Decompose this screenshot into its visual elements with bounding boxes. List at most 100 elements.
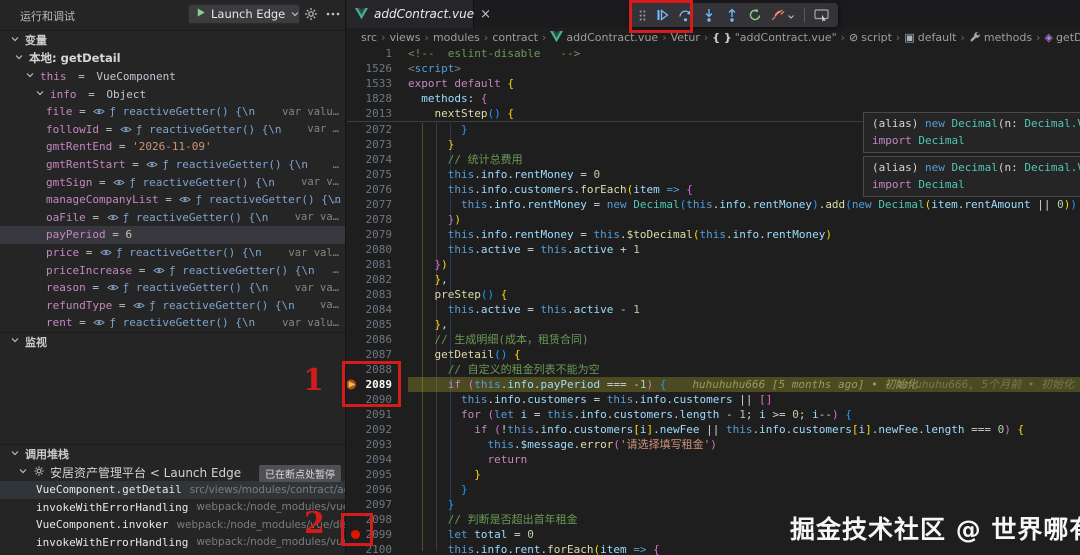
code-text[interactable]: this.active = this.active + 1 bbox=[408, 242, 1080, 257]
code-line[interactable]: 2092 if (!this.info.customers[i].newFee … bbox=[347, 422, 1080, 437]
callstack-frame[interactable]: VueComponent.getDetail src/views/modules/… bbox=[0, 481, 345, 499]
gutter[interactable]: 2075 bbox=[347, 167, 408, 182]
launch-config-picker[interactable]: Launch Edge bbox=[188, 4, 300, 24]
code-text[interactable]: }, bbox=[408, 317, 1080, 332]
eye-icon[interactable] bbox=[93, 107, 106, 116]
close-icon[interactable]: × bbox=[480, 8, 491, 21]
gutter[interactable]: 1828 bbox=[347, 91, 408, 106]
step-out-button[interactable] bbox=[725, 8, 739, 22]
code-text[interactable]: this.info.rentMoney = new Decimal(this.i… bbox=[408, 197, 1080, 212]
code-text[interactable]: return bbox=[408, 452, 1080, 467]
eye-icon[interactable] bbox=[133, 301, 145, 310]
gutter[interactable]: 2080 bbox=[347, 242, 408, 257]
code-line[interactable]: 2080 this.active = this.active + 1 bbox=[347, 242, 1080, 257]
callstack-frame[interactable]: invokeWithErrorHandling webpack:/node_mod… bbox=[0, 534, 345, 552]
gutter[interactable]: 2082 bbox=[347, 272, 408, 287]
variable-row[interactable]: rent = ƒ reactiveGetter() {\n var valu… bbox=[0, 314, 345, 332]
eye-icon[interactable] bbox=[93, 318, 106, 327]
variable-row[interactable]: gmtRentEnd = '2026-11-09' bbox=[0, 138, 345, 156]
code-line[interactable]: 1828 methods: { bbox=[347, 91, 1080, 106]
gutter[interactable]: 2087 bbox=[347, 347, 408, 362]
gutter[interactable]: 2013 bbox=[347, 106, 408, 121]
code-text[interactable]: this.info.customers = this.info.customer… bbox=[408, 392, 1080, 407]
breadcrumb-item[interactable]: contract bbox=[492, 31, 538, 44]
variable-row[interactable]: priceIncrease = ƒ reactiveGetter() {\n… bbox=[0, 261, 345, 279]
debug-session-row[interactable]: 安居资产管理平台 < Launch Edge 已在断点处暂停 bbox=[0, 463, 345, 482]
variable-row[interactable]: manageCompanyList = ƒ reactiveGetter() {… bbox=[0, 191, 345, 209]
gutter[interactable]: 2093 bbox=[347, 437, 408, 452]
eye-icon[interactable] bbox=[100, 248, 112, 257]
variable-row[interactable]: gmtRentStart = ƒ reactiveGetter() {\n… bbox=[0, 156, 345, 174]
eye-icon[interactable] bbox=[106, 283, 119, 292]
callstack-section-header[interactable]: 调用堆栈 bbox=[0, 444, 345, 463]
gutter[interactable]: 2094 bbox=[347, 452, 408, 467]
breadcrumb-item[interactable]: ◈getDetail bbox=[1044, 31, 1080, 44]
disconnect-button[interactable] bbox=[771, 6, 795, 25]
variable-row[interactable]: reason = ƒ reactiveGetter() {\n var va… bbox=[0, 279, 345, 297]
variable-row[interactable]: oaFile = ƒ reactiveGetter() {\n var va… bbox=[0, 209, 345, 227]
code-text[interactable]: <script> bbox=[408, 61, 1080, 76]
code-text[interactable]: this.info.rentMoney = this.$toDecimal(th… bbox=[408, 227, 1080, 242]
code-text[interactable]: this.$message.error('请选择填写租金') bbox=[408, 437, 1080, 452]
code-line[interactable]: 2095 } bbox=[347, 467, 1080, 482]
gutter[interactable]: 2076 bbox=[347, 182, 408, 197]
variable-row[interactable]: file = ƒ reactiveGetter() {\n var valu… bbox=[0, 103, 345, 121]
gutter[interactable]: 2074 bbox=[347, 152, 408, 167]
gutter[interactable]: 2095 bbox=[347, 467, 408, 482]
breadcrumb-item[interactable]: methods bbox=[969, 31, 1032, 44]
tree-row-this[interactable]: this = VueComponent bbox=[0, 67, 345, 85]
code-text[interactable]: methods: { bbox=[408, 91, 1080, 106]
gutter[interactable]: 2081 bbox=[347, 257, 408, 272]
code-line[interactable]: 2083 preStep() { bbox=[347, 287, 1080, 302]
eye-icon[interactable] bbox=[153, 266, 165, 275]
code-line[interactable]: 2094 return bbox=[347, 452, 1080, 467]
code-line[interactable]: 1 <!-- eslint-disable --> bbox=[347, 46, 1080, 61]
variable-row[interactable]: payPeriod = 6 bbox=[0, 226, 345, 244]
breadcrumb-item[interactable]: views bbox=[389, 31, 420, 44]
eye-icon[interactable] bbox=[113, 178, 126, 187]
code-line[interactable]: 1533 export default { bbox=[347, 76, 1080, 91]
code-line[interactable]: 2090 this.info.customers = this.info.cus… bbox=[347, 392, 1080, 407]
callstack-frame[interactable]: invokeWithErrorHandling webpack:/node_mod… bbox=[0, 499, 345, 517]
callstack-frame[interactable]: Vue.$emitwebpack:/node_modules/vue/dist/… bbox=[0, 551, 345, 555]
breadcrumb-item[interactable]: { } "addContract.vue" bbox=[712, 31, 836, 44]
gutter[interactable]: 2086 bbox=[347, 332, 408, 347]
tree-row-info[interactable]: info = Object bbox=[0, 85, 345, 103]
code-text[interactable]: getDetail() { bbox=[408, 347, 1080, 362]
gutter[interactable]: 2091 bbox=[347, 407, 408, 422]
code-line[interactable]: 2084 this.active = this.active - 1 bbox=[347, 302, 1080, 317]
variable-row[interactable]: gmtSign = ƒ reactiveGetter() {\n var v… bbox=[0, 173, 345, 191]
variable-row[interactable]: followId = ƒ reactiveGetter() {\n var … bbox=[0, 121, 345, 139]
code-text[interactable]: if (!this.info.customers[i].newFee || th… bbox=[408, 422, 1080, 437]
step-into-button[interactable] bbox=[702, 8, 716, 22]
code-line[interactable]: 2077 this.info.rentMoney = new Decimal(t… bbox=[347, 197, 1080, 212]
gutter[interactable]: 2073 bbox=[347, 137, 408, 152]
gutter[interactable]: 1 bbox=[347, 46, 408, 61]
gutter[interactable]: 2078 bbox=[347, 212, 408, 227]
gutter[interactable]: 2085 bbox=[347, 317, 408, 332]
eye-icon[interactable] bbox=[106, 213, 119, 222]
gutter[interactable]: 2083 bbox=[347, 287, 408, 302]
code-line[interactable]: 2096 } bbox=[347, 482, 1080, 497]
code-text[interactable]: }, bbox=[408, 272, 1080, 287]
tab-addcontract[interactable]: addContract.vue × bbox=[347, 0, 491, 28]
variables-section-header[interactable]: 变量 bbox=[0, 30, 345, 49]
code-line[interactable]: 2081 }) bbox=[347, 257, 1080, 272]
code-text[interactable]: preStep() { bbox=[408, 287, 1080, 302]
code-text[interactable]: this.active = this.active - 1 bbox=[408, 302, 1080, 317]
code-text[interactable]: export default { bbox=[408, 76, 1080, 91]
more-actions-icon[interactable] bbox=[326, 12, 340, 16]
gutter[interactable]: 2084 bbox=[347, 302, 408, 317]
code-text[interactable]: } bbox=[408, 482, 1080, 497]
gutter[interactable]: 2077 bbox=[347, 197, 408, 212]
breadcrumb-item[interactable]: src bbox=[361, 31, 377, 44]
code-line[interactable]: 2089 if (this.info.payPeriod === -1) {hu… bbox=[347, 377, 1080, 392]
gutter[interactable]: 1533 bbox=[347, 76, 408, 91]
code-line[interactable]: 2087 getDetail() { bbox=[347, 347, 1080, 362]
code-line[interactable]: 2091 for (let i = this.info.customers.le… bbox=[347, 407, 1080, 422]
code-line[interactable]: 2085 }, bbox=[347, 317, 1080, 332]
callstack-frame[interactable]: VueComponent.invoker webpack:/node_module… bbox=[0, 516, 345, 534]
gutter[interactable]: 2096 bbox=[347, 482, 408, 497]
code-text[interactable]: if (this.info.payPeriod === -1) {huhuhuh… bbox=[408, 377, 1080, 392]
gutter[interactable]: 2079 bbox=[347, 227, 408, 242]
